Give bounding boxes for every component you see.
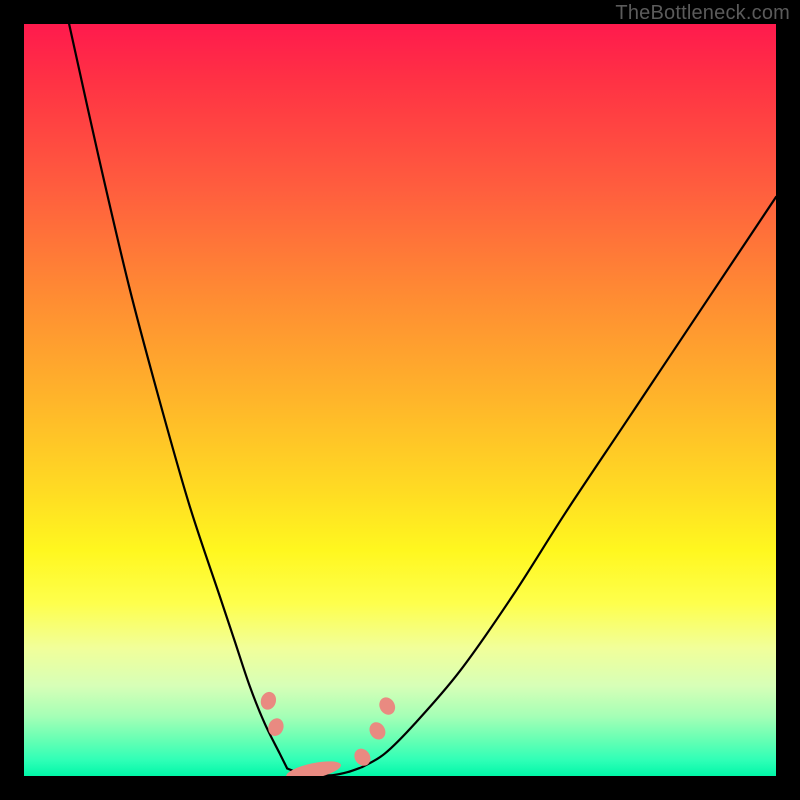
lozenge-left-lower xyxy=(266,716,286,738)
chart-area xyxy=(24,24,776,776)
watermark-text: TheBottleneck.com xyxy=(615,2,790,25)
lozenge-left-upper xyxy=(258,690,278,712)
curve-right-arm xyxy=(362,197,776,767)
lozenge-right-upper xyxy=(376,695,398,718)
marker-group xyxy=(258,690,398,776)
lozenge-right-lower xyxy=(351,746,374,769)
curve-left-arm xyxy=(69,24,287,768)
lozenge-right-mid xyxy=(366,719,388,742)
lozenge-bottom xyxy=(285,758,343,776)
chart-svg xyxy=(24,24,776,776)
